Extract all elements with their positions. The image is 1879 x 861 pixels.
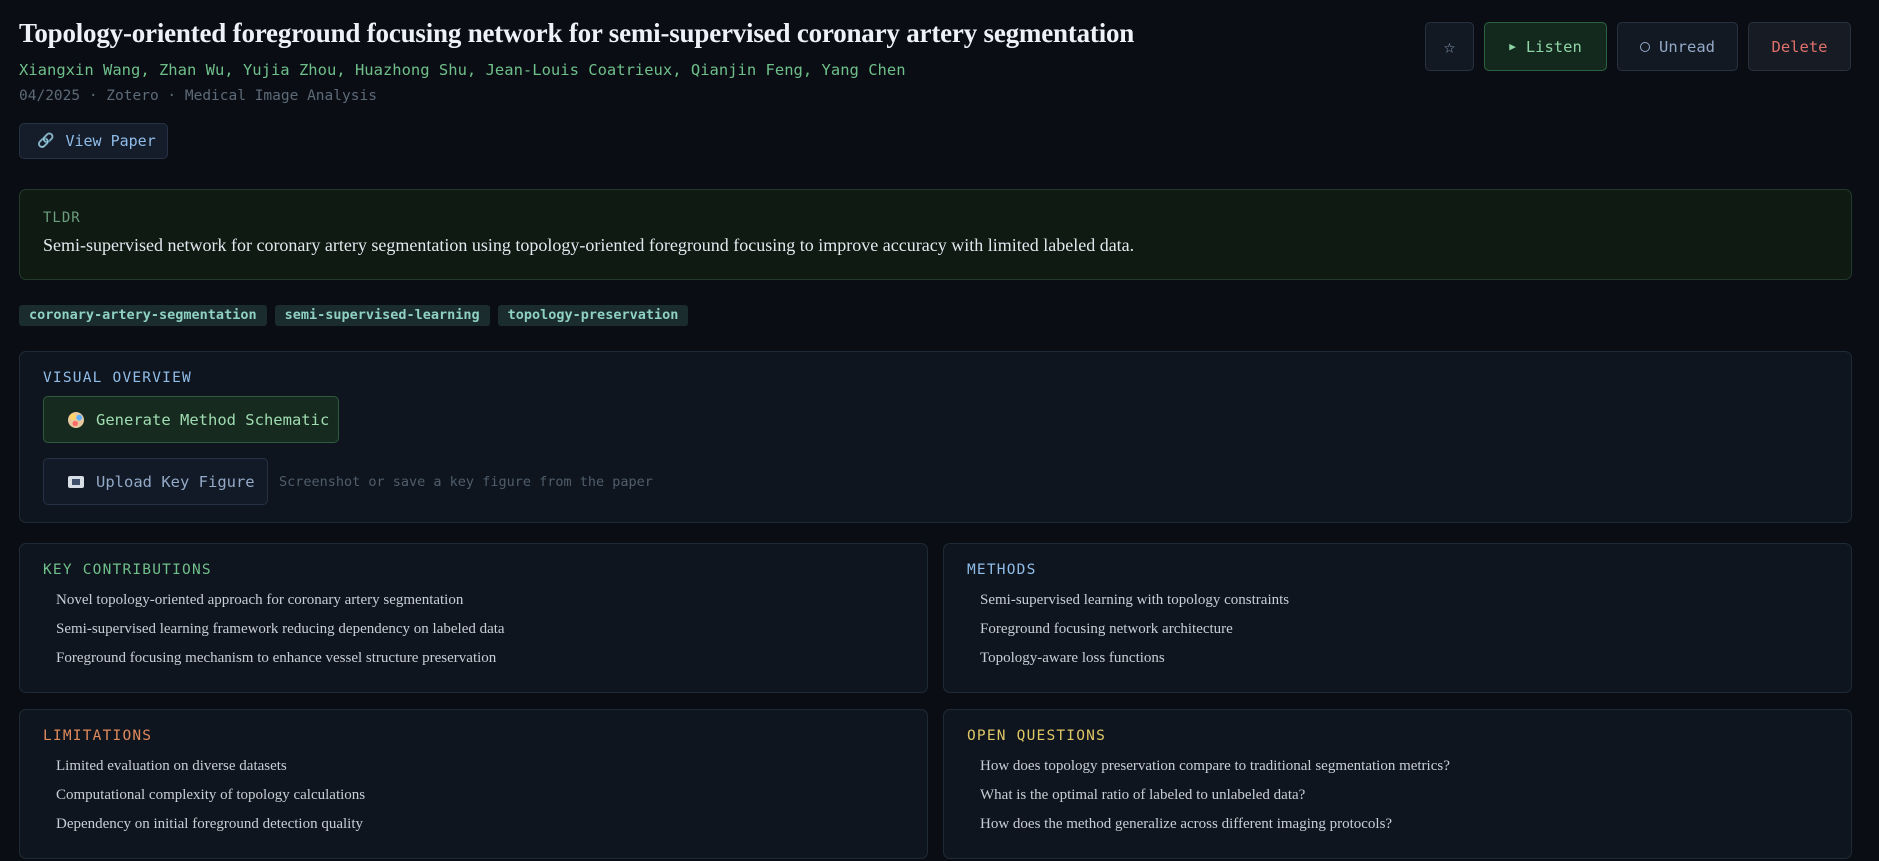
- play-icon: ▶: [1509, 40, 1516, 53]
- tldr-label: TLDR: [43, 210, 81, 226]
- tag-list: coronary-artery-segmentation semi-superv…: [19, 305, 689, 326]
- circle-icon: [1640, 41, 1650, 52]
- upload-hint: Screenshot or save a key figure from the…: [279, 474, 653, 490]
- list-item: Foreground focusing network architecture: [980, 621, 1233, 637]
- tag[interactable]: topology-preservation: [497, 305, 689, 326]
- section-title: KEY CONTRIBUTIONS: [43, 562, 212, 578]
- listen-label: Listen: [1525, 37, 1582, 56]
- key-contributions-panel: KEY CONTRIBUTIONS Novel topology-oriente…: [19, 543, 928, 693]
- image-icon: [68, 475, 84, 488]
- paper-meta: 04/2025 · Zotero · Medical Image Analysi…: [19, 88, 377, 104]
- upload-figure-button[interactable]: Upload Key Figure: [43, 458, 268, 505]
- palette-icon: [68, 411, 84, 428]
- section-title: METHODS: [967, 562, 1037, 578]
- list-item: What is the optimal ratio of labeled to …: [980, 787, 1306, 803]
- list-item: Semi-supervised learning framework reduc…: [56, 621, 505, 637]
- list-item: Limited evaluation on diverse datasets: [56, 758, 287, 774]
- unread-label: Unread: [1659, 37, 1715, 56]
- list-item: How does the method generalize across di…: [980, 816, 1393, 832]
- list-item: Computational complexity of topology cal…: [56, 787, 366, 803]
- list-item: How does topology preservation compare t…: [980, 758, 1450, 774]
- view-paper-label: View Paper: [65, 132, 156, 150]
- generate-schematic-label: Generate Method Schematic: [96, 410, 330, 429]
- action-bar: ☆ ▶ Listen Unread Delete: [1425, 22, 1851, 71]
- limitations-panel: LIMITATIONS Limited evaluation on divers…: [19, 709, 928, 859]
- upload-figure-label: Upload Key Figure: [96, 472, 255, 491]
- methods-list: Semi-supervised learning with topology c…: [967, 586, 1828, 673]
- tag[interactable]: semi-supervised-learning: [274, 305, 490, 326]
- open-questions-list: How does topology preservation compare t…: [967, 752, 1828, 839]
- link-icon: 🔗: [37, 133, 55, 149]
- list-item: Semi-supervised learning with topology c…: [980, 592, 1290, 608]
- list-item: Topology-aware loss functions: [980, 650, 1165, 666]
- star-icon: ☆: [1443, 35, 1456, 58]
- unread-button[interactable]: Unread: [1617, 22, 1738, 71]
- tldr-panel: TLDR Semi-supervised network for coronar…: [19, 189, 1852, 280]
- list-item: Novel topology-oriented approach for cor…: [56, 592, 464, 608]
- generate-schematic-button[interactable]: Generate Method Schematic: [43, 396, 339, 443]
- listen-button[interactable]: ▶ Listen: [1484, 22, 1607, 71]
- delete-label: Delete: [1771, 37, 1828, 56]
- visual-overview-panel: VISUAL OVERVIEW Generate Method Schemati…: [19, 351, 1852, 523]
- methods-panel: METHODS Semi-supervised learning with to…: [943, 543, 1852, 693]
- view-paper-button[interactable]: 🔗 View Paper: [19, 123, 168, 159]
- list-item: Dependency on initial foreground detecti…: [56, 816, 363, 832]
- tldr-text: Semi-supervised network for coronary art…: [43, 235, 1135, 255]
- star-button[interactable]: ☆: [1425, 22, 1474, 71]
- list-item: Foreground focusing mechanism to enhance…: [56, 650, 497, 666]
- delete-button[interactable]: Delete: [1748, 22, 1851, 71]
- visual-overview-title: VISUAL OVERVIEW: [43, 370, 192, 386]
- limitations-list: Limited evaluation on diverse datasets C…: [43, 752, 904, 839]
- tag[interactable]: coronary-artery-segmentation: [19, 305, 267, 326]
- section-title: LIMITATIONS: [43, 728, 153, 744]
- section-title: OPEN QUESTIONS: [967, 728, 1107, 744]
- contributions-list: Novel topology-oriented approach for cor…: [43, 586, 904, 673]
- open-questions-panel: OPEN QUESTIONS How does topology preserv…: [943, 709, 1852, 859]
